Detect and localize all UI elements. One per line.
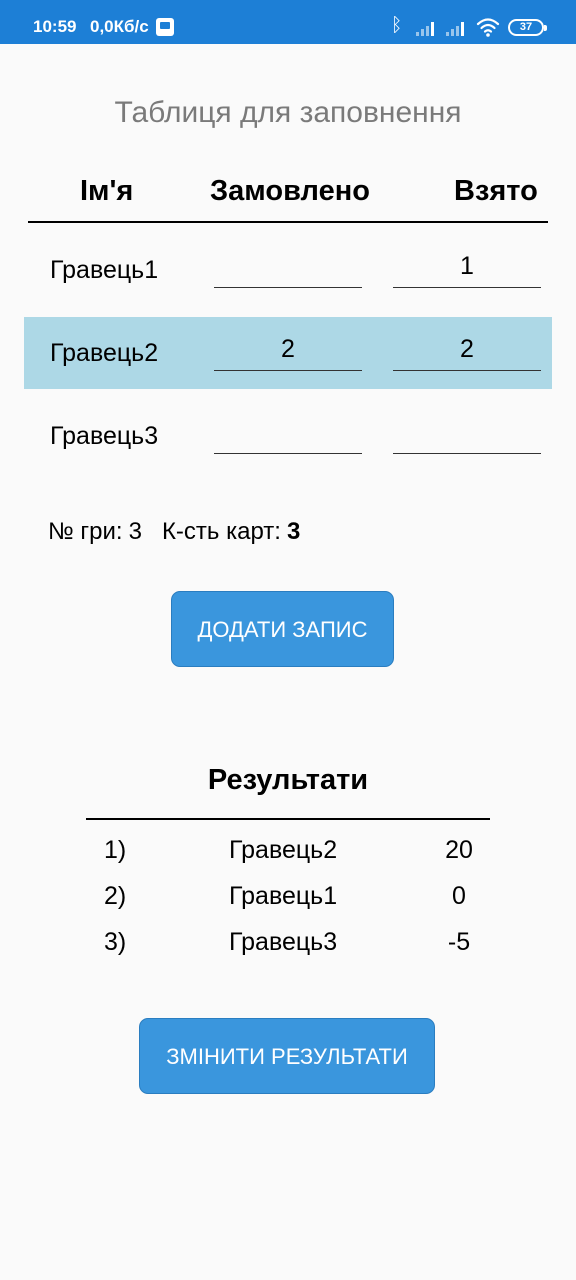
screen-title: Таблиця для заповнення <box>114 96 462 129</box>
notification-icon <box>156 18 174 36</box>
result-player: Гравець1 <box>229 882 338 910</box>
ordered-input[interactable]: 2 <box>214 331 362 371</box>
taken-input[interactable]: 2 <box>393 331 541 371</box>
result-row: 3) Гравець3 -5 <box>0 928 576 960</box>
ordered-input[interactable] <box>214 414 362 454</box>
header-ordered: Замовлено <box>210 175 370 207</box>
result-place: 2) <box>104 882 127 910</box>
ordered-input[interactable] <box>214 248 362 288</box>
result-player: Гравець2 <box>229 836 338 864</box>
game-number-value: 3 <box>128 518 142 545</box>
result-player: Гравець3 <box>229 928 338 956</box>
result-row: 1) Гравець2 20 <box>0 836 576 868</box>
player-row[interactable]: Гравець2 2 2 <box>24 317 552 389</box>
bluetooth-icon: ᛒ <box>391 15 403 36</box>
cards-count-value: 3 <box>286 518 301 545</box>
status-time: 10:59 <box>33 17 77 36</box>
signal-icon <box>444 18 468 36</box>
result-score: 20 <box>445 836 473 864</box>
taken-input[interactable]: 1 <box>393 248 541 288</box>
results-divider <box>86 818 490 820</box>
change-results-button[interactable]: ЗМІНИТИ РЕЗУЛЬТАТИ <box>139 1018 435 1094</box>
result-score: 0 <box>452 882 466 910</box>
player-name: Гравець2 <box>50 339 159 367</box>
player-name: Гравець1 <box>50 256 159 284</box>
header-divider <box>28 221 548 223</box>
signal-icon <box>414 18 438 36</box>
header-name: Ім'я <box>80 175 134 207</box>
add-record-button[interactable]: ДОДАТИ ЗАПИС <box>171 591 394 667</box>
player-name: Гравець3 <box>50 422 159 450</box>
battery-icon: 37 <box>508 19 547 36</box>
result-place: 1) <box>104 836 127 864</box>
game-number-label: № гри: <box>48 518 123 545</box>
player-row[interactable]: Гравець3 <box>24 400 552 472</box>
taken-input[interactable] <box>393 414 541 454</box>
result-score: -5 <box>447 928 471 956</box>
game-info: № гри: 3 К-сть карт: 3 <box>48 518 300 546</box>
result-row: 2) Гравець1 0 <box>0 882 576 914</box>
result-place: 3) <box>104 928 127 956</box>
status-bar: 10:59 0,0Кб/с ᛒ 37 <box>0 0 576 44</box>
player-row[interactable]: Гравець1 1 <box>24 234 552 306</box>
cards-count-label: К-сть карт: <box>161 518 281 545</box>
header-taken: Взято <box>454 175 538 207</box>
results-title: Результати <box>207 764 369 796</box>
wifi-icon <box>476 18 500 37</box>
status-network-speed: 0,0Кб/с <box>90 17 149 36</box>
